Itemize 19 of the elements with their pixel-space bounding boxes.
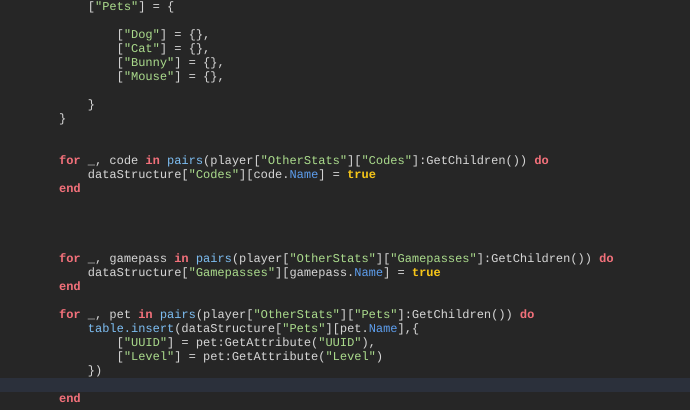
code-line: ["UUID"] = pet:GetAttribute("UUID"), xyxy=(116,336,377,350)
code-line: ["Pets"] = { xyxy=(86,0,176,14)
code-line: for _, gamepass in pairs(player["OtherStats"]["Gamepasses"]:GetChildren()) do xyxy=(58,252,615,266)
code-line: ["Mouse"] = {}, xyxy=(116,70,226,84)
code-line: ["Level"] = pet:GetAttribute("Level") xyxy=(116,350,384,364)
code-line: } xyxy=(86,98,96,112)
code-line: dataStructure["Gamepasses"][gamepass.Name] = true xyxy=(86,266,442,280)
code-line: dataStructure["Codes"][code.Name] = true xyxy=(86,168,377,182)
code-line: ["Dog"] = {}, xyxy=(116,28,212,42)
code-line: end xyxy=(58,182,82,196)
code-line: table.insert(dataStructure["Pets"][pet.Name],{ xyxy=(86,322,420,336)
code-line: ["Bunny"] = {}, xyxy=(116,56,226,70)
code-line: end xyxy=(58,392,82,406)
code-line: for _, pet in pairs(player["OtherStats"]["Pets"]:GetChildren()) do xyxy=(58,308,536,322)
code-line: } xyxy=(58,112,68,126)
code-line: }) xyxy=(86,364,104,378)
code-line: ["Cat"] = {}, xyxy=(116,42,212,56)
code-line: for _, code in pairs(player["OtherStats"]["Codes"]:GetChildren()) do xyxy=(58,154,550,168)
code-line: end xyxy=(58,280,82,294)
